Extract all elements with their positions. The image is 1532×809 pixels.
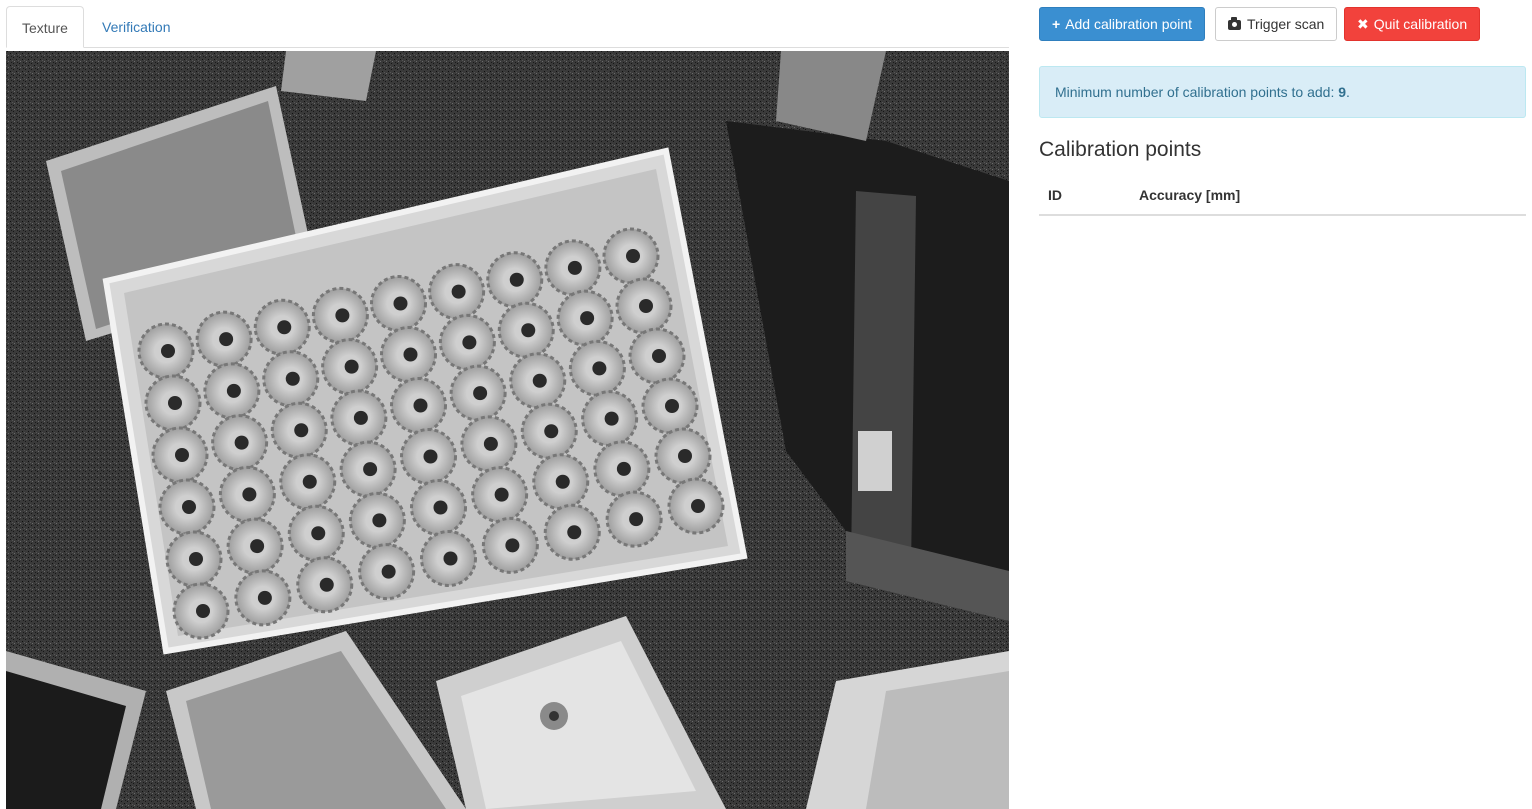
- trigger-scan-label: Trigger scan: [1247, 16, 1325, 32]
- gear-part: [195, 310, 253, 368]
- gear-part: [390, 377, 447, 434]
- gear-part: [151, 426, 209, 484]
- gear-part: [481, 516, 539, 574]
- gear-part: [348, 491, 406, 549]
- gear-part: [311, 286, 369, 344]
- gear-part: [234, 569, 292, 627]
- tab-verification[interactable]: Verification: [87, 6, 185, 48]
- gear-part: [641, 377, 699, 435]
- gear-part: [218, 465, 276, 523]
- gear-part: [410, 479, 467, 536]
- trigger-scan-button[interactable]: Trigger scan: [1215, 7, 1338, 41]
- gear-part: [581, 390, 639, 448]
- gear-part: [296, 556, 354, 614]
- gear-part: [226, 517, 284, 575]
- gear-part: [449, 364, 507, 422]
- gear-part: [556, 289, 614, 347]
- camera-icon: [1228, 17, 1241, 30]
- gear-part: [602, 227, 660, 285]
- gear-part: [253, 298, 311, 356]
- gear-part: [172, 582, 230, 640]
- plus-icon: +: [1052, 16, 1061, 32]
- gear-part: [321, 338, 379, 396]
- calibration-points-heading: Calibration points: [1039, 138, 1202, 161]
- gear-part: [137, 322, 195, 380]
- alert-text-suffix: .: [1346, 84, 1350, 100]
- gear-part: [568, 339, 626, 397]
- gear-part: [400, 428, 457, 485]
- column-header-id: ID: [1048, 187, 1062, 203]
- alert-text: Minimum number of calibration points to …: [1055, 84, 1339, 100]
- tab-texture[interactable]: Texture: [6, 6, 84, 48]
- gear-part: [339, 440, 397, 498]
- gear-part: [593, 440, 651, 498]
- gear-part: [543, 503, 601, 561]
- gear-part: [509, 352, 567, 410]
- gear-part: [158, 478, 216, 536]
- gear-part: [370, 275, 427, 332]
- min-points-count: 9: [1338, 84, 1347, 100]
- quit-calibration-label: Quit calibration: [1373, 16, 1468, 32]
- gear-part: [438, 313, 496, 371]
- gear-part: [144, 374, 202, 432]
- gear-part: [262, 350, 320, 408]
- gear-part: [428, 263, 486, 321]
- view-tabs: Texture Verification: [6, 6, 1009, 48]
- gear-part: [628, 327, 686, 385]
- gear-part: [165, 530, 223, 588]
- gear-part: [654, 427, 712, 485]
- close-icon: ✖: [1357, 16, 1369, 32]
- gear-part: [615, 277, 673, 335]
- add-calibration-point-button[interactable]: + Add calibration point: [1039, 7, 1206, 41]
- info-alert: Minimum number of calibration points to …: [1039, 66, 1526, 118]
- gear-part: [270, 401, 328, 459]
- gear-part: [497, 301, 555, 359]
- gear-part: [471, 466, 529, 524]
- gear-part: [380, 326, 437, 383]
- column-header-accuracy: Accuracy [mm]: [1139, 187, 1241, 203]
- gear-part: [486, 251, 544, 309]
- table-header: ID Accuracy [mm]: [1039, 180, 1526, 216]
- gear-part: [203, 362, 261, 420]
- gear-part: [605, 490, 663, 548]
- add-calibration-point-label: Add calibration point: [1065, 16, 1193, 32]
- quit-calibration-button[interactable]: ✖ Quit calibration: [1344, 7, 1481, 41]
- gear-part: [287, 504, 345, 562]
- gear-part: [520, 402, 578, 460]
- gear-part: [544, 239, 602, 297]
- gear-part: [532, 453, 590, 511]
- gear-part: [420, 530, 477, 587]
- gear-part: [211, 414, 269, 472]
- gear-part: [667, 477, 725, 535]
- gear-part: [279, 453, 337, 511]
- gear-part: [358, 543, 416, 601]
- calibration-points-table: ID Accuracy [mm]: [1039, 180, 1526, 216]
- gear-part: [330, 389, 388, 447]
- camera-texture-image[interactable]: [6, 51, 1009, 809]
- gear-part: [460, 415, 518, 473]
